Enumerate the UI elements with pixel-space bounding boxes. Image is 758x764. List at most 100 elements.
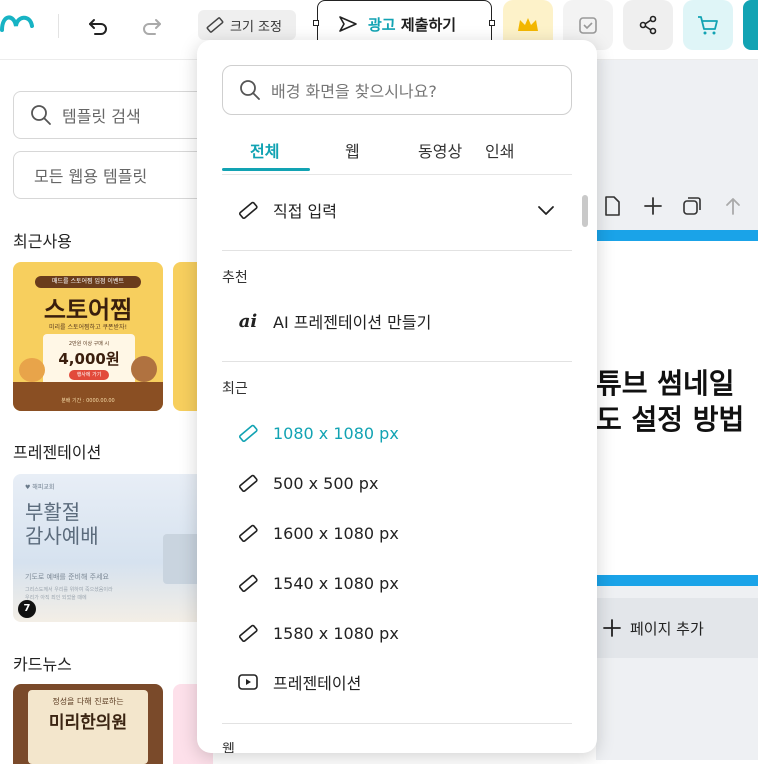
- page-bottom-stripe: [596, 575, 758, 586]
- dropdown-scrollbar[interactable]: [582, 195, 588, 227]
- recent-size-label: 1540 x 1080 px: [273, 573, 399, 593]
- canvas-title-line1[interactable]: 튜브 썸네일: [596, 362, 735, 402]
- recommended-label: 추천: [222, 270, 248, 286]
- resize-dropdown: 배경 화면을 찾으시나요? 전체 웹 동영상 인쇄 직접 입력 추천 ai AI…: [197, 40, 597, 753]
- store-title: 스토어찜: [43, 296, 133, 324]
- send-icon: [339, 16, 357, 32]
- recent-size-label: 500 x 500 px: [273, 473, 379, 493]
- tab-all[interactable]: 전체: [250, 138, 279, 162]
- easter-fine2: 우리가 아직 죄인 되었을 때에: [25, 595, 87, 601]
- canvas-title-line2[interactable]: 도 설정 방법: [596, 398, 744, 438]
- undo-icon[interactable]: [82, 10, 114, 42]
- easter-sub: 기도로 예배를 준비해 주세요: [25, 573, 109, 581]
- template-search-input[interactable]: 템플릿 검색: [13, 91, 213, 139]
- selection-handle: [313, 20, 319, 26]
- page-count-badge: 7: [18, 600, 36, 618]
- crown-icon: [518, 18, 538, 31]
- resize-button[interactable]: 크기 조정: [198, 10, 296, 40]
- template-thumb-clinic[interactable]: 정성을 다해 진료하는 미리한의원: [13, 684, 163, 764]
- toolbar-divider: [58, 14, 59, 38]
- cart-button[interactable]: [683, 0, 733, 50]
- tab-video[interactable]: 동영상: [418, 138, 462, 162]
- search-icon: [240, 80, 260, 100]
- save-bag-icon: [579, 17, 597, 34]
- section-divider: [222, 250, 572, 251]
- ruler-icon: [237, 199, 259, 221]
- app-logo-icon[interactable]: [0, 8, 40, 44]
- tab-print[interactable]: 인쇄: [485, 138, 514, 162]
- ruler-icon: [206, 17, 224, 33]
- page-icon[interactable]: [602, 195, 622, 217]
- page-top-stripe: [596, 230, 758, 241]
- tab-divider: [222, 174, 572, 175]
- clinic-title: 미리한의원: [48, 713, 128, 733]
- ruler-icon: [237, 572, 259, 594]
- download-button[interactable]: [743, 0, 758, 50]
- cardnews-heading: 카드뉴스: [13, 655, 72, 674]
- share-icon: [639, 15, 657, 35]
- ad-label-rest: 제출하기: [400, 15, 457, 34]
- ruler-icon: [237, 472, 259, 494]
- plus-icon[interactable]: [642, 195, 664, 217]
- store-cta: 행사에 가기: [69, 370, 109, 380]
- size-search-input[interactable]: 배경 화면을 찾으시나요?: [222, 65, 572, 115]
- canvas-area: 튜브 썸네일 도 설정 방법 페이지 추가: [596, 60, 758, 760]
- ruler-icon: [237, 422, 259, 444]
- section-divider: [222, 361, 572, 362]
- custom-size-row[interactable]: 직접 입력: [237, 195, 557, 225]
- ad-label-accent: 광고: [368, 15, 396, 34]
- presentation-item[interactable]: 프레젠테이션: [237, 667, 361, 697]
- easter-logo: ♥ 해피교회: [25, 484, 55, 491]
- ai-presentation-item[interactable]: ai AI 프레젠테이션 만들기: [237, 306, 432, 336]
- share-button[interactable]: [623, 0, 673, 50]
- template-filter-select[interactable]: 모든 웹용 템플릿: [13, 151, 213, 199]
- ruler-icon: [237, 522, 259, 544]
- resize-label: 크기 조정: [230, 19, 282, 35]
- recent-size-label: 1580 x 1080 px: [273, 623, 399, 643]
- tab-web[interactable]: 웹: [345, 138, 360, 162]
- store-foot: 분배 기간 : 0000.00.00: [61, 398, 115, 404]
- template-thumb-store[interactable]: 매드를 스토어찜 입점 이벤트 스토어찜 미리를 스토어찜하고 쿠폰받자! 2만…: [13, 262, 163, 411]
- template-thumb-easter[interactable]: ♥ 해피교회 부활절 감사예배 기도로 예배를 준비해 주세요 그리스도께서 우…: [13, 474, 213, 622]
- presentation-label: 프레젠테이션: [273, 674, 362, 693]
- store-banner: 매드를 스토어찜 입점 이벤트: [35, 276, 141, 288]
- store-price: 4,000원: [58, 350, 120, 368]
- add-page-label: 페이지 추가: [630, 619, 704, 638]
- recent-size-item[interactable]: 500 x 500 px: [237, 468, 378, 498]
- play-icon: [237, 671, 259, 693]
- bear-character: [131, 356, 157, 382]
- custom-size-label: 직접 입력: [273, 202, 337, 221]
- section-divider: [222, 723, 572, 724]
- easter-fine1: 그리스도께서 우리를 위하여 죽으셨음이라: [25, 587, 113, 593]
- recent-size-item[interactable]: 1580 x 1080 px: [237, 618, 399, 648]
- recent-size-item[interactable]: 1540 x 1080 px: [237, 568, 399, 598]
- design-page[interactable]: 튜브 썸네일 도 설정 방법: [596, 230, 758, 586]
- template-filter-value: 모든 웹용 템플릿: [34, 167, 148, 186]
- size-search-placeholder: 배경 화면을 찾으시나요?: [271, 82, 437, 101]
- recent-size-item[interactable]: 1600 x 1080 px: [237, 518, 399, 548]
- ruler-icon: [237, 622, 259, 644]
- search-icon: [31, 105, 51, 125]
- web-label: 웹: [222, 742, 235, 753]
- redo-icon[interactable]: [136, 10, 168, 42]
- recent-size-label: 1600 x 1080 px: [273, 523, 399, 543]
- ai-sparkle-icon: ai: [238, 310, 258, 332]
- selection-handle: [489, 20, 495, 26]
- move-up-icon[interactable]: [722, 195, 744, 217]
- recent-heading: 최근사용: [13, 232, 72, 251]
- ai-presentation-label: AI 프레젠테이션 만들기: [273, 313, 432, 332]
- active-tab-indicator: [222, 168, 310, 171]
- template-search-placeholder: 템플릿 검색: [62, 107, 141, 126]
- recent-size-item[interactable]: 1080 x 1080 px: [237, 418, 399, 448]
- recent-size-label: 1080 x 1080 px: [273, 423, 399, 443]
- clinic-panel: 정성을 다해 진료하는 미리한의원: [28, 690, 148, 764]
- plus-icon: [603, 619, 621, 637]
- presentation-heading: 프레젠테이션: [13, 443, 102, 462]
- clinic-line1: 정성을 다해 진료하는: [52, 697, 124, 706]
- chevron-down-icon: [538, 206, 554, 215]
- duplicate-icon[interactable]: [681, 195, 703, 217]
- store-sub: 미리를 스토어찜하고 쿠폰받자!: [49, 324, 127, 331]
- shiba-character: [19, 358, 45, 382]
- add-page-button[interactable]: 페이지 추가: [596, 598, 758, 658]
- store-note: 2만원 이상 구매 시: [68, 341, 110, 347]
